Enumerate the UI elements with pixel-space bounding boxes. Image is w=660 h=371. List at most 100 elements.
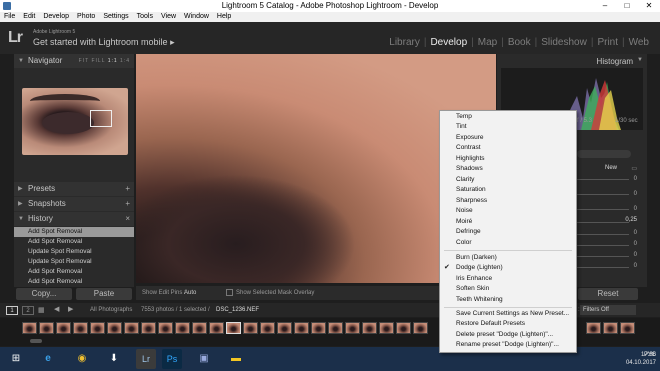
slider-track[interactable] bbox=[577, 256, 629, 257]
menu-develop[interactable]: Develop bbox=[39, 12, 73, 22]
internet-explorer-icon[interactable]: e bbox=[38, 349, 58, 369]
filmstrip-thumbnail[interactable] bbox=[294, 322, 309, 334]
slider-track[interactable] bbox=[577, 179, 629, 180]
filmstrip-thumbnail[interactable] bbox=[311, 322, 326, 334]
menu-item-sharpness[interactable]: Sharpness bbox=[440, 196, 576, 206]
history-item[interactable]: Update Spot Removal bbox=[14, 247, 134, 257]
menu-item-burn[interactable]: Burn (Darken) bbox=[440, 253, 576, 263]
paste-button[interactable]: Paste bbox=[76, 288, 132, 300]
slider-track[interactable] bbox=[577, 234, 629, 235]
filmstrip-thumbnail[interactable] bbox=[175, 322, 190, 334]
filmstrip-thumbnail[interactable] bbox=[124, 322, 139, 334]
page-1-button[interactable]: 1 bbox=[6, 306, 18, 315]
edit-pins-dropdown[interactable]: Auto bbox=[184, 290, 196, 296]
history-header[interactable]: ▼ History × bbox=[14, 212, 134, 226]
slider-track[interactable] bbox=[577, 245, 629, 246]
reset-button[interactable]: Reset bbox=[578, 288, 638, 300]
filmstrip-thumbnail[interactable] bbox=[277, 322, 292, 334]
filmstrip-thumbnail[interactable] bbox=[22, 322, 37, 334]
filmstrip-thumbnail[interactable] bbox=[209, 322, 224, 334]
source-label[interactable]: All Photographs bbox=[90, 307, 132, 313]
slider-track[interactable] bbox=[577, 267, 629, 268]
menu-item-contrast[interactable]: Contrast bbox=[440, 143, 576, 153]
grid-view-icon[interactable]: ▦ bbox=[38, 306, 45, 314]
left-panel-toggle[interactable] bbox=[0, 54, 14, 287]
filmstrip-thumbnail[interactable] bbox=[362, 322, 377, 334]
add-snapshot-icon[interactable]: + bbox=[125, 197, 130, 211]
mask-overlay-checkbox[interactable] bbox=[226, 289, 233, 296]
add-preset-icon[interactable]: + bbox=[125, 182, 130, 196]
filmstrip-thumbnail-selected[interactable] bbox=[226, 322, 241, 334]
filmstrip-thumbnail[interactable] bbox=[603, 322, 618, 334]
close-button[interactable]: ✕ bbox=[638, 0, 660, 12]
snapshots-header[interactable]: ▶ Snapshots + bbox=[14, 197, 134, 211]
filmstrip-thumbnail[interactable] bbox=[379, 322, 394, 334]
lightroom-taskbar-icon[interactable]: Lr bbox=[136, 349, 156, 369]
filter-dropdown[interactable]: Filters Off bbox=[580, 305, 636, 315]
filmstrip-thumbnail[interactable] bbox=[56, 322, 71, 334]
menu-item-temp[interactable]: Temp bbox=[440, 112, 576, 122]
menu-item-exposure[interactable]: Exposure bbox=[440, 133, 576, 143]
module-develop[interactable]: Develop bbox=[427, 37, 470, 48]
navigator-preview[interactable] bbox=[22, 88, 128, 155]
folder-icon[interactable]: ▬ bbox=[226, 349, 246, 369]
filmstrip-thumbnail[interactable] bbox=[39, 322, 54, 334]
menu-item-rename-preset[interactable]: Rename preset "Dodge (Lighten)"... bbox=[440, 340, 576, 350]
slider-track[interactable] bbox=[577, 209, 629, 210]
filmstrip-thumbnail[interactable] bbox=[90, 322, 105, 334]
filmstrip-thumbnail[interactable] bbox=[107, 322, 122, 334]
download-icon[interactable]: ⬇ bbox=[104, 349, 124, 369]
filename-label[interactable]: DSC_1236.NEF bbox=[216, 307, 259, 313]
history-item[interactable]: Add Spot Removal bbox=[14, 227, 134, 237]
forward-arrow-icon[interactable]: ▶ bbox=[68, 305, 73, 313]
slider-track[interactable] bbox=[577, 194, 629, 195]
navigator-header[interactable]: ▼ Navigator FIT FILL 1:1 1:4 bbox=[14, 54, 134, 68]
module-book[interactable]: Book bbox=[505, 37, 534, 48]
zoom-fit[interactable]: FIT bbox=[79, 58, 89, 64]
filmstrip-thumbnail[interactable] bbox=[141, 322, 156, 334]
menu-item-saturation[interactable]: Saturation bbox=[440, 185, 576, 195]
history-item[interactable]: Add Spot Removal bbox=[14, 267, 134, 277]
module-print[interactable]: Print bbox=[594, 37, 621, 48]
filmstrip-thumbnail[interactable] bbox=[413, 322, 428, 334]
presets-header[interactable]: ▶ Presets + bbox=[14, 182, 134, 196]
menu-item-defringe[interactable]: Defringe bbox=[440, 227, 576, 237]
history-item[interactable]: Update Spot Removal bbox=[14, 257, 134, 267]
chrome-icon[interactable]: ◉ bbox=[72, 349, 92, 369]
filmstrip-thumbnail[interactable] bbox=[243, 322, 258, 334]
filmstrip-thumbnail[interactable] bbox=[328, 322, 343, 334]
filmstrip-thumbnail[interactable] bbox=[345, 322, 360, 334]
photoshop-taskbar-icon[interactable]: Ps bbox=[162, 349, 182, 369]
module-web[interactable]: Web bbox=[626, 37, 652, 48]
menu-view[interactable]: View bbox=[157, 12, 180, 22]
start-button[interactable]: ⊞ bbox=[6, 349, 26, 369]
filmstrip-thumbnail[interactable] bbox=[73, 322, 88, 334]
filmstrip-thumbnail[interactable] bbox=[396, 322, 411, 334]
clock-date[interactable]: 04.10.2017 bbox=[622, 359, 656, 367]
filmstrip-thumbnail[interactable] bbox=[158, 322, 173, 334]
copy-button[interactable]: Copy... bbox=[16, 288, 72, 300]
window-switch-icon[interactable]: ▣ bbox=[194, 349, 214, 369]
zoom-1-4[interactable]: 1:4 bbox=[120, 58, 130, 64]
clock-time[interactable]: 17:36 bbox=[622, 351, 656, 359]
menu-item-moire[interactable]: Moiré bbox=[440, 217, 576, 227]
zoom-1-1[interactable]: 1:1 bbox=[108, 58, 118, 64]
menu-item-color[interactable]: Color bbox=[440, 238, 576, 248]
menu-window[interactable]: Window bbox=[180, 12, 213, 22]
menu-item-noise[interactable]: Noise bbox=[440, 206, 576, 216]
menu-tools[interactable]: Tools bbox=[133, 12, 157, 22]
history-item[interactable]: Add Spot Removal bbox=[14, 277, 134, 287]
menu-item-tint[interactable]: Tint bbox=[440, 122, 576, 132]
history-item[interactable]: Add Spot Removal bbox=[14, 237, 134, 247]
filmstrip-thumbnail[interactable] bbox=[192, 322, 207, 334]
menu-item-delete-preset[interactable]: Delete preset "Dodge (Lighten)"... bbox=[440, 330, 576, 340]
menu-file[interactable]: File bbox=[0, 12, 19, 22]
zoom-fill[interactable]: FILL bbox=[91, 58, 105, 64]
menu-settings[interactable]: Settings bbox=[99, 12, 132, 22]
navigator-viewport-box[interactable] bbox=[90, 110, 112, 127]
page-2-button[interactable]: 2 bbox=[22, 306, 34, 315]
menu-help[interactable]: Help bbox=[213, 12, 235, 22]
menu-item-dodge[interactable]: ✔ Dodge (Lighten) bbox=[440, 263, 576, 273]
clear-history-icon[interactable]: × bbox=[125, 212, 130, 226]
module-library[interactable]: Library bbox=[386, 37, 423, 48]
